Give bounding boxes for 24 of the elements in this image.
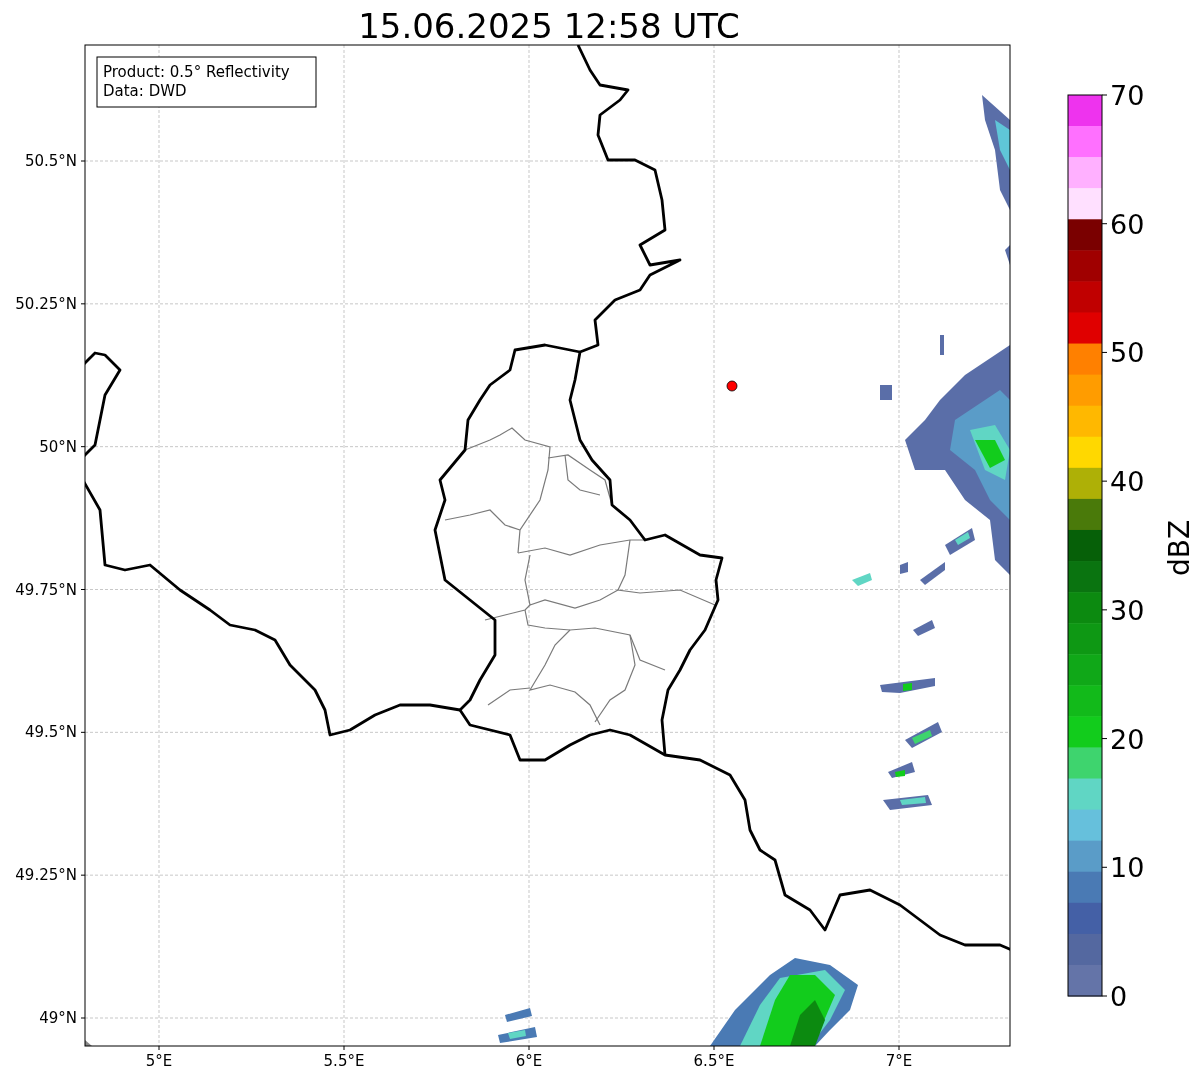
longitude-label: 7°E [885,1052,913,1070]
colorbar-tick-label: 20 [1110,723,1145,755]
latitude-label: 49.5°N [24,723,77,742]
latitude-label: 50.5°N [24,152,77,170]
latitude-label: 49.75°N [15,580,77,599]
colorbar-label: dBZ [1163,519,1196,577]
colorbar-tick-label: 70 [1110,80,1145,111]
colorbar-tick-label: 40 [1110,466,1145,498]
colorbar-tick-label: 60 [1110,208,1145,240]
chart-title: 15.06.2025 12:58 UTC [358,6,740,46]
colorbar-tick-label: 50 [1110,337,1145,369]
legend-text: Data: DWD [103,82,187,100]
latitude-label: 50°N [39,437,77,456]
longitude-label: 5°E [145,1052,173,1070]
colorbar-tick-label: 30 [1110,594,1145,626]
longitude-label: 5.5°E [323,1052,365,1070]
colorbar-tick-label: 0 [1110,981,1128,1012]
latitude-label: 50.25°N [15,294,77,313]
longitude-label: 6°E [515,1052,543,1070]
longitude-label: 6.5°E [693,1052,735,1070]
legend-text: Product: 0.5° Reflectivity [103,63,290,81]
colorbar-tick-label: 10 [1110,852,1145,884]
latitude-label: 49°N [39,1009,77,1027]
latitude-label: 49.25°N [15,866,77,885]
